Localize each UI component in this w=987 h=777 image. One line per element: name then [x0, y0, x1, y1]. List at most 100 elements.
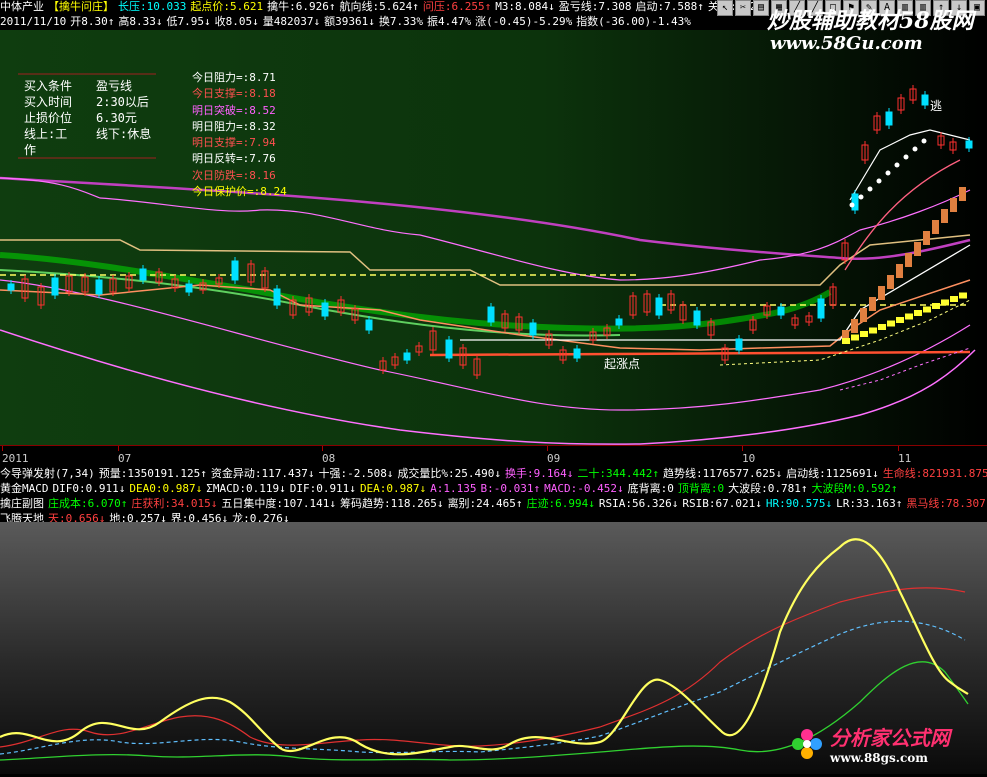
- candle: [529, 322, 537, 336]
- ladder-bar-yellow: [941, 299, 949, 306]
- axis-tick: [547, 446, 548, 451]
- levels-panel: 今日阻力=:8.71 今日支撑=:8.18 明日突破=:8.52 明日阻力=:8.32…: [192, 70, 287, 200]
- ladder-bar-orange: [896, 264, 903, 278]
- summary-field-6: 额39361↓: [324, 15, 375, 28]
- summary-field-10: 指数(-36.00)-1.43%: [576, 15, 691, 28]
- indicator-0-field-8: 启动线:1125691↓: [786, 467, 879, 480]
- price-summary-row: 2011/11/10 开8.30↑ 高8.33↓ 低7.95↓ 收8.05↓ 量48203…: [0, 15, 760, 29]
- header-field-6: 问压:6.255↑: [422, 0, 492, 13]
- indicator-1-field-12: 大波段M:0.592↑: [811, 482, 898, 495]
- ladder-bar-orange: [932, 220, 939, 234]
- ladder-bar-yellow: [842, 338, 850, 344]
- header-field-3: 起点价:5.621: [190, 0, 264, 13]
- indicator-2-field-10: LR:33.163↑: [836, 497, 903, 510]
- sar-dot: [849, 202, 855, 208]
- sar-dot: [921, 138, 927, 144]
- watermark-bottom: 分析家公式网 www.88gs.com: [790, 722, 950, 765]
- ladder-bar-yellow: [896, 317, 904, 323]
- indicator-2-field-8: RSIB:67.021↓: [682, 497, 762, 510]
- candle: [7, 283, 15, 291]
- candle: [95, 279, 103, 295]
- indicator-2-field-7: RSIA:56.326↓: [598, 497, 679, 510]
- ladder-bar-yellow: [914, 310, 922, 316]
- indicator-1-field-3: ΣMACD:0.119↓: [206, 482, 286, 495]
- header-field-7: M3:8.084↓: [495, 0, 555, 13]
- header-field-2: 长压:10.033: [118, 0, 187, 13]
- arrow-icon[interactable]: ↖: [717, 0, 733, 16]
- axis-tick: [322, 446, 323, 451]
- indicator-2-field-6: 庄迹:6.994↓: [526, 497, 595, 510]
- header-field-9: 启动:7.588↑: [635, 0, 704, 13]
- level-item: 次日防跌=:8.16: [192, 168, 276, 182]
- level-item: 明日阻力=:8.32: [192, 119, 276, 133]
- candle: [655, 297, 663, 316]
- indicator-2-field-2: 庄获利:34.015↓: [131, 497, 218, 510]
- axis-tick: [898, 446, 899, 451]
- candle: [817, 298, 825, 319]
- indicator-0-field-6: 二十:344.442↑: [577, 467, 660, 480]
- indicator-0-field-7: 趋势线:1176577.625↓: [663, 467, 783, 480]
- ladder-bar-yellow: [905, 313, 913, 320]
- sar-dot: [876, 178, 882, 184]
- sar-dot: [903, 154, 909, 160]
- watermark-top: 炒股辅助教材58股网: [767, 8, 974, 34]
- watermark-top-url: www.58Gu.com: [770, 33, 923, 54]
- ladder-bar-yellow: [869, 327, 877, 334]
- cut-icon[interactable]: ✂: [735, 0, 751, 16]
- info-panel-border: [18, 73, 156, 159]
- summary-field-8: 振4.47%: [426, 15, 472, 28]
- sar-dot: [867, 186, 873, 192]
- axis-label: 10: [742, 452, 756, 465]
- header-field-8: 盈亏线:7.308: [558, 0, 632, 13]
- ladder-bar-yellow: [932, 303, 940, 309]
- start-point-label: 起涨点: [604, 356, 640, 371]
- ladder-bar-yellow: [950, 296, 958, 302]
- candle: [965, 140, 973, 149]
- summary-field-9: 涨(-0.45)-5.29%: [475, 15, 573, 28]
- ladder-bar-yellow: [860, 331, 868, 337]
- header-field-4: 擒牛:6.926↑: [267, 0, 336, 13]
- indicator-0-field-3: 十强:-2.508↓: [318, 467, 394, 480]
- summary-field-5: 量482037↓: [262, 15, 321, 28]
- summary-field-0: 2011/11/10: [0, 15, 67, 28]
- indicator-1-field-0: 黄金MACD: [0, 482, 49, 495]
- axis-label: 11: [898, 452, 912, 465]
- stock-header: 中体产业 【擒牛问庄】 长压:10.033 起点价:5.621 擒牛:6.926↑ 航向线…: [0, 0, 760, 14]
- candle: [573, 348, 581, 359]
- indicator-1-field-8: MACD:-0.452↓: [544, 482, 624, 495]
- summary-field-3: 低7.95↓: [166, 15, 211, 28]
- axis-tick: [118, 446, 119, 451]
- level-item: 明日支撑=:7.94: [192, 136, 276, 150]
- axis-tick: [2, 446, 3, 451]
- axis-tick: [742, 446, 743, 451]
- indicator-2-field-5: 离别:24.465↑: [447, 497, 523, 510]
- ladder-bar-yellow: [878, 324, 886, 330]
- summary-field-4: 收8.05↓: [214, 15, 259, 28]
- ladder-bar-yellow: [923, 306, 931, 313]
- ladder-bar-orange: [878, 286, 885, 300]
- ladder-bar-orange: [950, 198, 957, 212]
- indicator-1-field-6: A:1.135: [430, 482, 477, 495]
- watermark-bottom-url: www.88gs.com: [830, 751, 928, 765]
- indicator-2-field-4: 筹码趋势:118.265↓: [339, 497, 444, 510]
- candle: [921, 94, 929, 106]
- level-item: 今日保护价=:8.24: [192, 185, 287, 199]
- candle: [885, 111, 893, 126]
- candle: [321, 302, 329, 317]
- level-item: 明日反转=:7.76: [192, 152, 276, 166]
- summary-field-7: 换7.33%: [378, 15, 423, 28]
- indicator-row-3: 擒庄副图 庄成本:6.070↑ 庄获利:34.015↓ 五日集中度:107.141↓ 筹…: [0, 497, 987, 511]
- ladder-bar-orange: [905, 253, 912, 267]
- candle: [185, 283, 193, 293]
- indicator-1-field-5: DEA:0.987↓: [359, 482, 427, 495]
- indicator-1-field-4: DIF:0.911↓: [289, 482, 356, 495]
- indicator-1-field-11: 大波段:0.781↑: [728, 482, 808, 495]
- candle: [777, 306, 785, 316]
- time-axis: 2011 07 08 09 10 11: [0, 445, 987, 468]
- indicator-2-field-1: 庄成本:6.070↑: [48, 497, 128, 510]
- indicator-2-field-3: 五日集中度:107.141↓: [221, 497, 336, 510]
- ladder-bar-yellow: [959, 292, 967, 299]
- indicator-0-field-2: 资金异动:117.437↓: [210, 467, 315, 480]
- sar-dot: [858, 194, 864, 200]
- candle: [403, 352, 411, 361]
